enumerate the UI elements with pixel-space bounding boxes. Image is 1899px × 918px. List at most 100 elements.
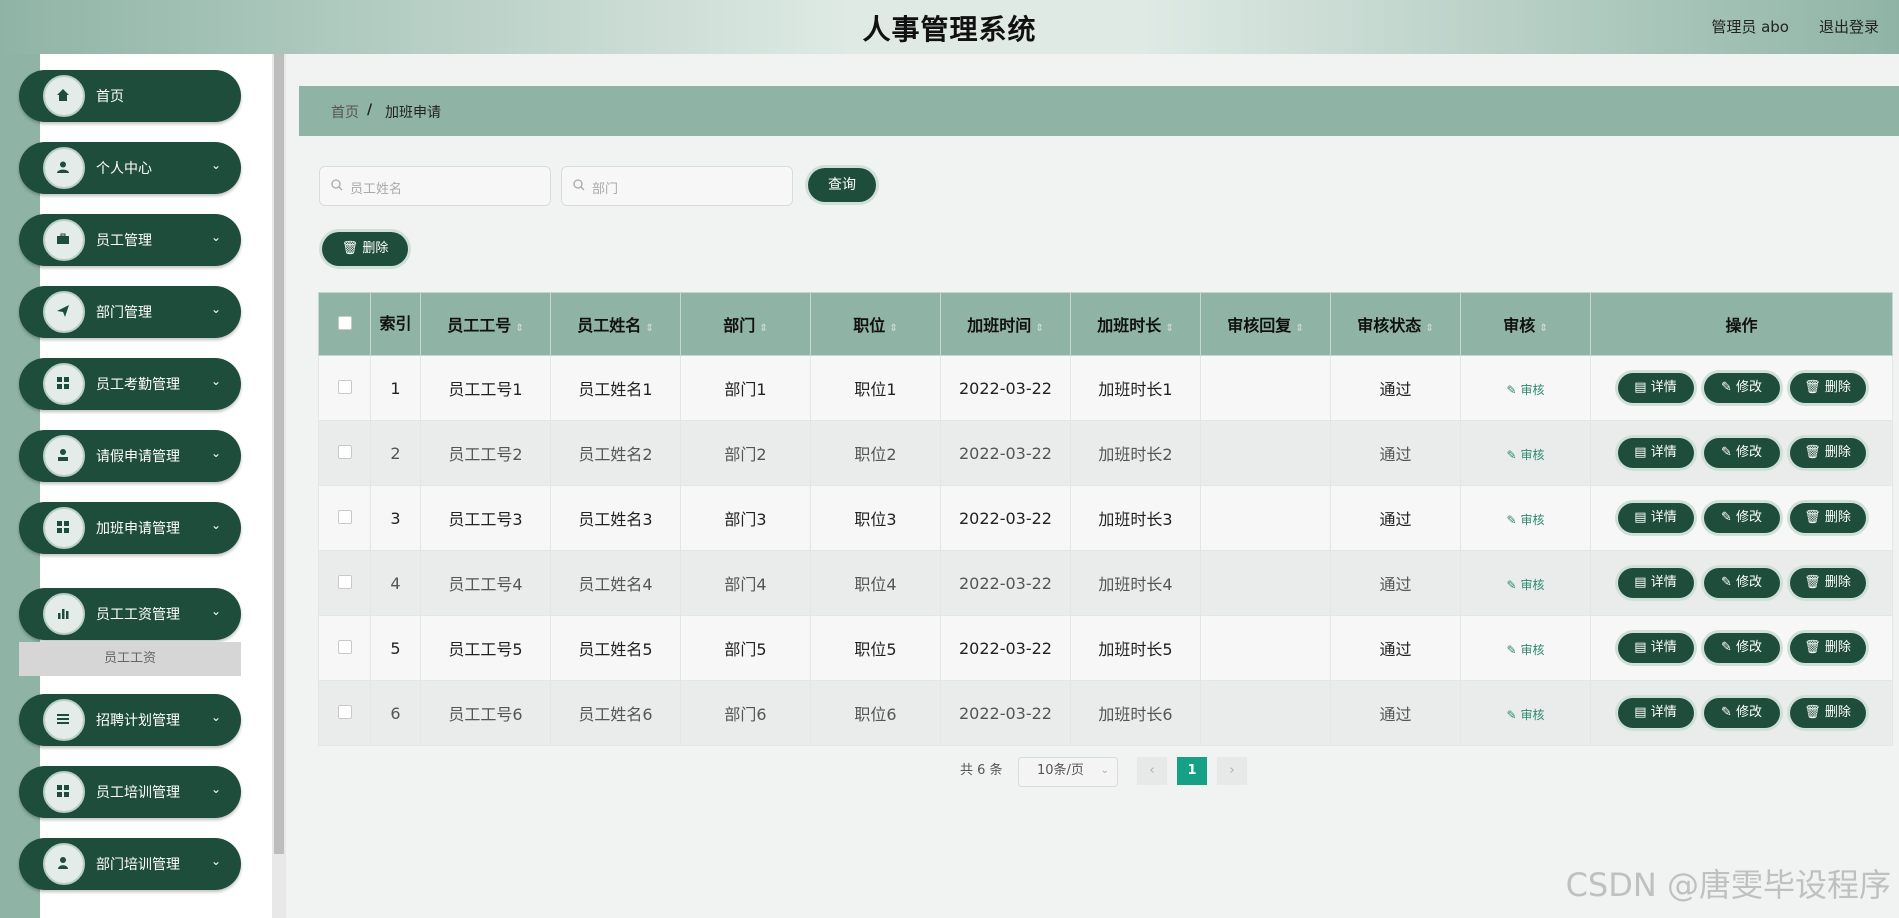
page-1-button[interactable]: 1 [1177,757,1207,785]
header-employee-no[interactable]: 员工工号 ⇕ [420,292,551,356]
header-employee-name[interactable]: 员工姓名 ⇕ [550,292,681,356]
edit-button[interactable]: ✎ 修改 [1703,698,1780,728]
audit-link[interactable]: ✎ 审核 [1507,448,1545,462]
header-overtime-time[interactable]: 加班时间 ⇕ [940,292,1071,356]
edit-pen-icon: ✎ [1506,447,1517,462]
edit-button[interactable]: ✎ 修改 [1703,503,1780,533]
sort-icon[interactable]: ⇕ [645,323,653,334]
prev-page-button[interactable]: ‹ [1137,757,1167,785]
delete-button[interactable]: 🗑 删除 [1789,373,1866,403]
row-select-cell[interactable] [318,615,371,681]
audit-link[interactable]: ✎ 审核 [1507,643,1545,657]
query-button[interactable]: 查询 [808,168,876,202]
scrollbar-thumb[interactable] [274,54,284,854]
chevron-down-icon: ⌄ [210,710,221,724]
employee-name-search[interactable]: 员工姓名 [319,166,551,206]
header-overtime-duration[interactable]: 加班时长 ⇕ [1070,292,1201,356]
submenu-item-salary[interactable]: 员工工资 [19,642,241,676]
department-placeholder: 部门 [592,182,619,197]
edit-button[interactable]: ✎ 修改 [1703,373,1780,403]
row-checkbox[interactable] [337,444,352,459]
audit-link[interactable]: ✎ 审核 [1507,513,1545,527]
sidebar-item-8[interactable]: 招聘计划管理 ⌄ [19,694,241,746]
audit-link[interactable]: ✎ 审核 [1507,708,1545,722]
cell-audit: ✎ 审核 [1460,485,1591,551]
table-row[interactable]: 2 员工工号2 员工姓名2 部门2 职位2 2022-03-22 加班时长2 通过 ✎ 审核 ▤ … [318,420,1893,486]
delete-button[interactable]: 🗑 删除 [1789,438,1866,468]
sidebar-item-1[interactable]: 个人中心 ⌄ [19,142,241,194]
sort-icon[interactable]: ⇕ [1425,323,1433,334]
table-row[interactable]: 3 员工工号3 员工姓名3 部门3 职位3 2022-03-22 加班时长3 通过 ✎ 审核 ▤ … [318,485,1893,551]
table-row[interactable]: 6 员工工号6 员工姓名6 部门6 职位6 2022-03-22 加班时长6 通过 ✎ 审核 ▤ … [318,680,1893,746]
cell-audit-status: 通过 [1330,420,1461,486]
sort-icon[interactable]: ⇕ [889,323,897,334]
edit-button[interactable]: ✎ 修改 [1703,438,1780,468]
csdn-watermark: CSDN @唐雯毕设程序 [1565,866,1891,904]
edit-button[interactable]: ✎ 修改 [1703,633,1780,663]
table-row[interactable]: 1 员工工号1 员工姓名1 部门1 职位1 2022-03-22 加班时长1 通过 ✎ 审核 ▤ … [318,355,1893,421]
header-audit[interactable]: 审核 ⇕ [1460,292,1591,356]
header-audit-status[interactable]: 审核状态 ⇕ [1330,292,1461,356]
sidebar-item-5[interactable]: 请假申请管理 ⌄ [19,430,241,482]
header-department[interactable]: 部门 ⇕ [680,292,811,356]
sort-icon[interactable]: ⇕ [759,323,767,334]
row-checkbox[interactable] [337,379,352,394]
detail-button[interactable]: ▤ 详情 [1617,568,1694,598]
sidebar-item-6[interactable]: 加班申请管理 ⌄ [19,502,241,554]
row-checkbox[interactable] [337,639,352,654]
page-size-select[interactable]: 10条/页 ⌄ [1018,757,1118,787]
batch-delete-button[interactable]: 🗑 删除 [322,232,408,266]
department-search[interactable]: 部门 [561,166,793,206]
audit-link[interactable]: ✎ 审核 [1507,383,1545,397]
edit-button[interactable]: ✎ 修改 [1703,568,1780,598]
select-all-checkbox[interactable] [337,315,352,330]
cell-overtime-duration: 加班时长4 [1070,550,1201,616]
detail-button[interactable]: ▤ 详情 [1617,373,1694,403]
delete-button[interactable]: 🗑 删除 [1789,698,1866,728]
sidebar-item-2[interactable]: 员工管理 ⌄ [19,214,241,266]
detail-button[interactable]: ▤ 详情 [1617,503,1694,533]
cell-employee-no: 员工工号1 [420,355,551,421]
detail-button[interactable]: ▤ 详情 [1617,698,1694,728]
sort-icon[interactable]: ⇕ [1165,323,1173,334]
cell-audit-reply [1200,550,1331,616]
row-select-cell[interactable] [318,680,371,746]
row-checkbox[interactable] [337,509,352,524]
detail-button[interactable]: ▤ 详情 [1617,633,1694,663]
row-select-cell[interactable] [318,485,371,551]
row-select-cell[interactable] [318,355,371,421]
cell-employee-no: 员工工号3 [420,485,551,551]
sidebar-item-3[interactable]: 部门管理 ⌄ [19,286,241,338]
breadcrumb-home[interactable]: 首页 [331,102,359,122]
sidebar-item-9[interactable]: 员工培训管理 ⌄ [19,766,241,818]
row-select-cell[interactable] [318,420,371,486]
select-all-cell[interactable] [318,292,371,356]
chevron-down-icon: ⌄ [210,782,221,796]
cell-position: 职位6 [810,680,941,746]
audit-link[interactable]: ✎ 审核 [1507,578,1545,592]
sidebar-scrollbar[interactable] [272,54,286,918]
sort-icon[interactable]: ⇕ [1539,323,1547,334]
row-checkbox[interactable] [337,704,352,719]
sidebar-item-0[interactable]: 首页 [19,70,241,122]
delete-button[interactable]: 🗑 删除 [1789,568,1866,598]
sort-icon[interactable]: ⇕ [1035,323,1043,334]
row-checkbox[interactable] [337,574,352,589]
sidebar-item-7[interactable]: 员工工资管理 ⌄ [19,588,241,640]
cell-position: 职位5 [810,615,941,681]
sidebar-item-10[interactable]: 部门培训管理 ⌄ [19,838,241,890]
row-select-cell[interactable] [318,550,371,616]
next-page-button[interactable]: › [1217,757,1247,785]
sort-icon[interactable]: ⇕ [1295,323,1303,334]
detail-button[interactable]: ▤ 详情 [1617,438,1694,468]
table-row[interactable]: 4 员工工号4 员工姓名4 部门4 职位4 2022-03-22 加班时长4 通过 ✎ 审核 ▤ … [318,550,1893,616]
logout-link[interactable]: 退出登录 [1819,16,1879,37]
header-position[interactable]: 职位 ⇕ [810,292,941,356]
header-audit-reply[interactable]: 审核回复 ⇕ [1200,292,1331,356]
delete-button[interactable]: 🗑 删除 [1789,633,1866,663]
sort-icon[interactable]: ⇕ [515,323,523,334]
delete-button[interactable]: 🗑 删除 [1789,503,1866,533]
sidebar-item-4[interactable]: 员工考勤管理 ⌄ [19,358,241,410]
header-overtime-time-label: 加班时间 [967,316,1032,335]
table-row[interactable]: 5 员工工号5 员工姓名5 部门5 职位5 2022-03-22 加班时长5 通过 ✎ 审核 ▤ … [318,615,1893,681]
